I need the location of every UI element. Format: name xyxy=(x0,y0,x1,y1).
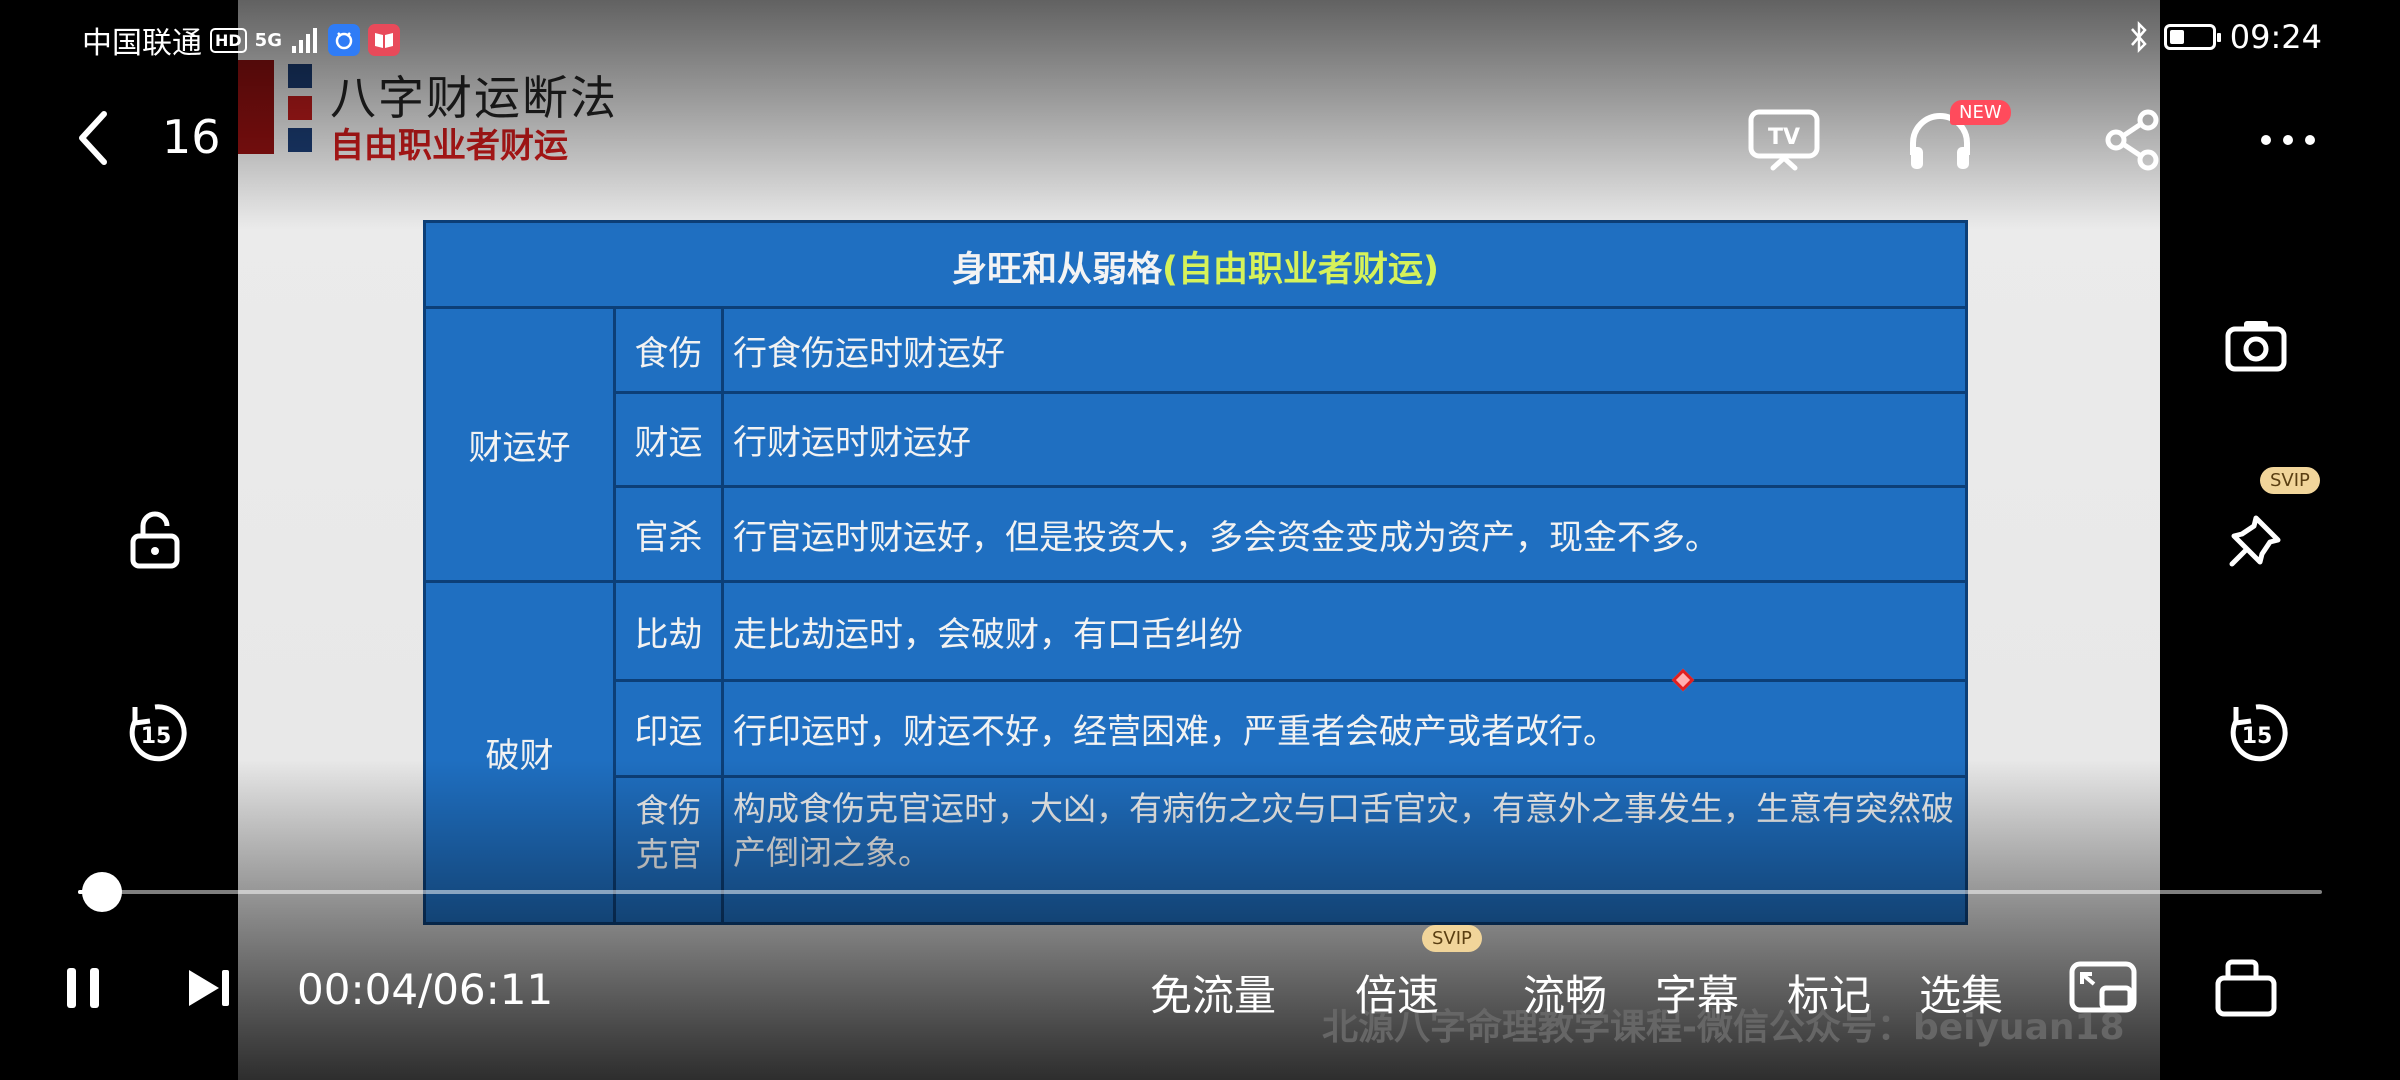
quality-option[interactable]: 流畅 xyxy=(1523,962,1607,1023)
progress-thumb[interactable] xyxy=(82,872,123,912)
battery-icon xyxy=(2163,24,2221,50)
slide-logo-square xyxy=(288,128,312,152)
row-text: 行财运时财运好 xyxy=(733,423,971,463)
bluetooth-icon xyxy=(2130,20,2147,54)
tv-cast-button[interactable]: TV xyxy=(1744,100,1824,180)
picture-in-picture-button[interactable] xyxy=(2066,958,2140,1018)
rewind-15-button[interactable]: 15 xyxy=(115,693,195,773)
signal-icon xyxy=(291,28,317,53)
rotate-icon xyxy=(2215,959,2277,1017)
row-text: 行印运时，财运不好，经营困难，严重者会破产或者改行。 xyxy=(733,712,1617,752)
row-text: 行官运时财运好，但是投资大，多会资金变成为资产，现金不多。 xyxy=(733,517,1719,558)
speed-option[interactable]: 倍速 xyxy=(1355,962,1439,1023)
row-key: 官杀 xyxy=(634,517,703,558)
lock-screen-button[interactable] xyxy=(115,500,195,580)
hd-badge: HD xyxy=(210,27,247,53)
row-text: 走比劫运时，会破财，有口舌纠纷 xyxy=(733,614,1243,655)
screenshot-button[interactable] xyxy=(2216,305,2296,385)
more-button[interactable] xyxy=(2248,100,2328,180)
pin-icon xyxy=(2229,515,2281,567)
svg-text:TV: TV xyxy=(1768,125,1800,150)
group-label-loss: 破财 xyxy=(485,736,554,776)
row-key: 食伤 xyxy=(634,333,703,374)
status-bar-left: 中国联通 HD 5G xyxy=(82,18,400,62)
app-notification-icon xyxy=(327,24,360,56)
svg-text:15: 15 xyxy=(141,724,172,749)
time-display: 00:04/06:11 xyxy=(297,965,554,1014)
more-dots-icon xyxy=(2261,135,2315,145)
unlock-icon xyxy=(130,511,180,569)
forward-15-button[interactable]: 15 xyxy=(2216,693,2296,773)
table-title: 身旺和从弱格 (自由职业者财运) xyxy=(426,223,1965,309)
rotate-screen-button[interactable] xyxy=(2214,958,2278,1018)
pin-button[interactable] xyxy=(2216,500,2296,580)
status-bar-right: 09:24 xyxy=(2128,18,2322,56)
row-key: 比劫 xyxy=(634,614,703,655)
chevron-left-icon xyxy=(79,111,107,165)
table-title-main: 身旺和从弱格 xyxy=(951,249,1162,290)
fortune-table: 身旺和从弱格 (自由职业者财运) 财运好 破财 食伤 行食伤运时财运好 财运 行财… xyxy=(423,220,1968,925)
data-saver-option[interactable]: 免流量 xyxy=(1150,962,1276,1023)
back-button[interactable] xyxy=(70,108,120,168)
table-title-accent: (自由职业者财运) xyxy=(1162,249,1439,290)
signal-label: 5G xyxy=(254,29,282,51)
episodes-option[interactable]: 选集 xyxy=(1919,962,2003,1023)
svg-text:15: 15 xyxy=(2242,724,2273,749)
new-badge: NEW xyxy=(1950,100,2011,125)
camera-icon xyxy=(2225,321,2287,372)
skip-next-icon xyxy=(189,970,229,1006)
pause-button[interactable] xyxy=(58,958,108,1018)
next-episode-button[interactable] xyxy=(182,958,236,1018)
share-button[interactable] xyxy=(2092,100,2172,180)
pause-icon xyxy=(67,968,99,1008)
slide-subtitle: 自由职业者财运 xyxy=(330,126,568,166)
group-label-good-fortune: 财运好 xyxy=(468,428,571,468)
slide-logo-square xyxy=(288,96,312,120)
progress-bar[interactable] xyxy=(78,872,2322,912)
share-icon xyxy=(2105,109,2159,171)
clock: 09:24 xyxy=(2229,18,2322,56)
row-key: 食伤 克官 xyxy=(635,791,702,874)
row-key: 财运 xyxy=(634,423,703,463)
row-text: 构成食伤克官运时，大凶，有病伤之灾与口舌官灾，有意外之事发生，生意有突然破产倒闭… xyxy=(733,789,1954,872)
forward-15-icon: 15 xyxy=(2230,704,2288,762)
row-text: 行食伤运时财运好 xyxy=(733,333,1005,374)
slide-logo-square xyxy=(288,64,312,88)
bookmark-option[interactable]: 标记 xyxy=(1787,962,1871,1023)
svip-badge: SVIP xyxy=(1422,925,1482,952)
slide-logo-bar xyxy=(238,60,274,154)
subtitles-option[interactable]: 字幕 xyxy=(1655,962,1739,1023)
episode-number: 16 xyxy=(162,110,221,164)
row-key: 印运 xyxy=(634,712,703,752)
video-frame[interactable]: 八字财运断法 自由职业者财运 身旺和从弱格 (自由职业者财运) 财运好 破财 食伤… xyxy=(238,0,2160,1080)
pip-icon xyxy=(2069,961,2137,1013)
rewind-15-icon: 15 xyxy=(129,704,187,762)
carrier-name: 中国联通 xyxy=(82,26,202,61)
tv-icon: TV xyxy=(1748,109,1820,171)
svip-badge: SVIP xyxy=(2260,467,2320,494)
book-app-icon xyxy=(367,24,400,56)
